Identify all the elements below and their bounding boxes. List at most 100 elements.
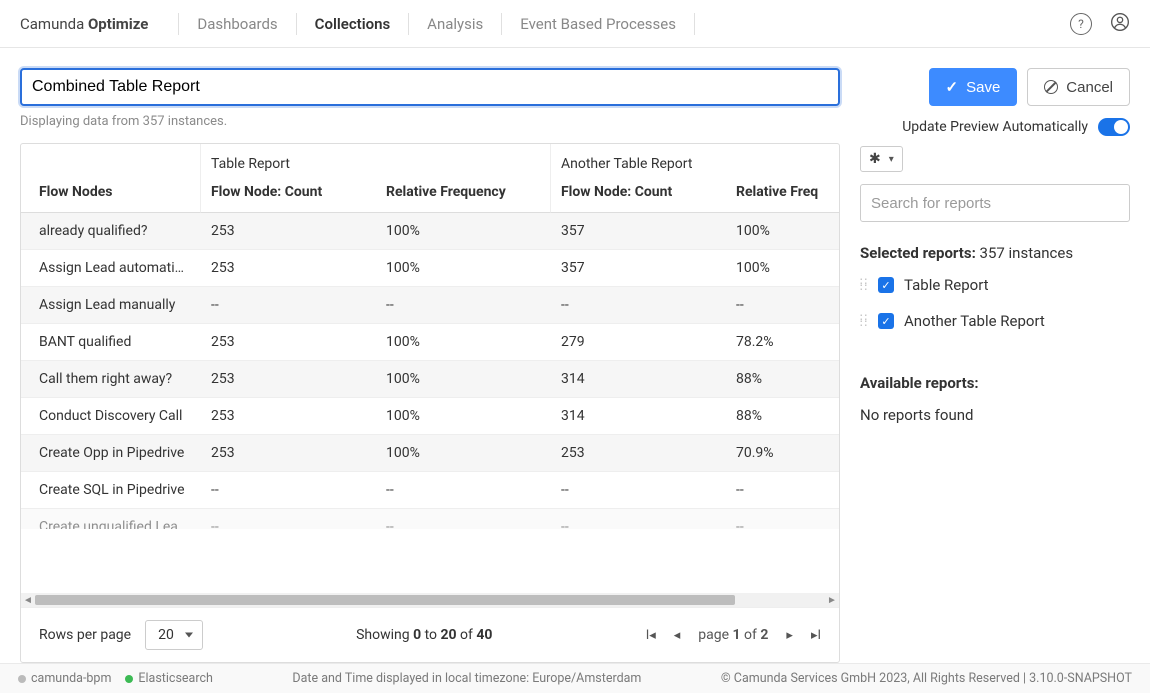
cell-rel-1: 100% [376,361,551,398]
nav-items: Dashboards Collections Analysis Event Ba… [178,12,1070,36]
cell-count-2: -- [551,472,726,509]
brand: Camunda Optimize [20,15,148,33]
horizontal-scrollbar[interactable]: ◄ ► [21,593,839,607]
cancel-button[interactable]: Cancel [1027,68,1130,106]
page-indicator: page 1 of 2 [698,627,768,643]
table-row[interactable]: Create Opp in Pipedrive253100%25370.9% [21,435,839,472]
cell-rel-1: 100% [376,324,551,361]
cell-count-1: 253 [201,250,376,287]
cell-rel-2: 100% [726,213,839,250]
chevron-down-icon: ▾ [889,154,894,165]
cell-count-2: -- [551,509,726,529]
check-icon [946,78,959,96]
cell-count-1: 253 [201,213,376,250]
scroll-thumb[interactable] [35,595,735,605]
engine-status: camunda-bpm [18,671,111,686]
table-row[interactable]: Call them right away?253100%31488% [21,361,839,398]
selected-report-item[interactable]: ∷∷ ✓ Table Report [860,276,1130,294]
cell-flow-node: Assign Lead automatic... [21,250,201,287]
page-first-icon[interactable]: I◂ [646,628,656,643]
user-icon[interactable] [1110,12,1130,36]
cell-count-2: 357 [551,250,726,287]
col-count-2[interactable]: Flow Node: Count [551,176,726,213]
elasticsearch-status: Elasticsearch [125,671,213,686]
cell-count-1: 253 [201,361,376,398]
cell-rel-2: 70.9% [726,435,839,472]
col-count-1[interactable]: Flow Node: Count [201,176,376,213]
cell-flow-node: Create SQL in Pipedrive [21,472,201,509]
cell-count-1: -- [201,472,376,509]
col-rel-1[interactable]: Relative Frequency [376,176,551,213]
cell-rel-1: -- [376,287,551,324]
cell-rel-2: -- [726,509,839,529]
cell-count-2: 279 [551,324,726,361]
cell-rel-1: -- [376,472,551,509]
nav-event-based-processes[interactable]: Event Based Processes [502,12,694,36]
report-checkbox[interactable]: ✓ [878,313,894,329]
col-flow-nodes[interactable]: Flow Nodes [21,176,201,213]
table-row[interactable]: Assign Lead manually-------- [21,287,839,324]
page-prev-icon[interactable]: ◂ [674,628,681,643]
cell-count-1: 253 [201,398,376,435]
cell-rel-2: -- [726,287,839,324]
available-reports-header: Available reports: [860,374,1130,392]
combined-table: Table Report Another Table Report Flow N… [20,143,840,663]
rows-per-page-select[interactable]: 20 [145,620,203,650]
cell-count-1: 253 [201,435,376,472]
cell-count-1: -- [201,287,376,324]
cell-flow-node: Assign Lead manually [21,287,201,324]
help-icon[interactable]: ? [1070,13,1092,35]
cell-flow-node: Call them right away? [21,361,201,398]
table-row[interactable]: already qualified?253100%357100% [21,213,839,250]
cell-flow-node: Create Opp in Pipedrive [21,435,201,472]
settings-dropdown[interactable]: ✱ ▾ [860,146,903,172]
drag-handle-icon[interactable]: ∷∷ [860,279,868,291]
nav-analysis[interactable]: Analysis [409,12,501,36]
top-nav: Camunda Optimize Dashboards Collections … [0,0,1150,48]
table-row[interactable]: Assign Lead automatic...253100%357100% [21,250,839,287]
cell-rel-2: 78.2% [726,324,839,361]
cell-flow-node: Create unqualified Lea [21,509,201,529]
cell-count-1: 253 [201,324,376,361]
update-preview-label: Update Preview Automatically [902,119,1088,135]
cell-rel-2: 100% [726,250,839,287]
cell-rel-1: 100% [376,398,551,435]
report-title-input[interactable] [20,68,840,106]
col-rel-2[interactable]: Relative Freq [726,176,839,213]
timezone-note: Date and Time displayed in local timezon… [213,671,721,686]
save-button[interactable]: Save [929,68,1018,106]
cell-flow-node: Conduct Discovery Call [21,398,201,435]
drag-handle-icon[interactable]: ∷∷ [860,315,868,327]
cell-rel-1: 100% [376,435,551,472]
page-next-icon[interactable]: ▸ [786,628,793,643]
nav-dashboards[interactable]: Dashboards [179,12,295,36]
cell-count-2: -- [551,287,726,324]
cell-count-2: 314 [551,398,726,435]
cell-rel-2: 88% [726,361,839,398]
table-row[interactable]: Conduct Discovery Call253100%31488% [21,398,839,435]
report-label: Table Report [904,276,989,294]
copyright: © Camunda Services GmbH 2023, All Rights… [721,671,1132,686]
cancel-icon [1044,80,1058,94]
group-header-another-table-report: Another Table Report [551,144,726,176]
table-row[interactable]: Create unqualified Lea-------- [21,509,839,529]
nav-collections[interactable]: Collections [297,12,409,36]
cell-count-2: 314 [551,361,726,398]
cell-rel-1: 100% [376,213,551,250]
page-last-icon[interactable]: ▸I [811,628,821,643]
scroll-left-icon[interactable]: ◄ [21,593,35,607]
table-row[interactable]: BANT qualified253100%27978.2% [21,324,839,361]
cell-rel-2: -- [726,472,839,509]
report-checkbox[interactable]: ✓ [878,277,894,293]
search-reports-input[interactable] [860,184,1130,222]
instances-note: Displaying data from 357 instances. [20,114,840,129]
scroll-right-icon[interactable]: ► [825,593,839,607]
update-preview-toggle[interactable] [1098,118,1130,136]
cell-count-1: -- [201,509,376,529]
selected-reports-header: Selected reports: 357 instances [860,244,1130,262]
cell-flow-node: BANT qualified [21,324,201,361]
cell-count-2: 357 [551,213,726,250]
selected-report-item[interactable]: ∷∷✓Another Table Report [860,312,1130,330]
table-row[interactable]: Create SQL in Pipedrive-------- [21,472,839,509]
gear-icon: ✱ [869,151,881,167]
